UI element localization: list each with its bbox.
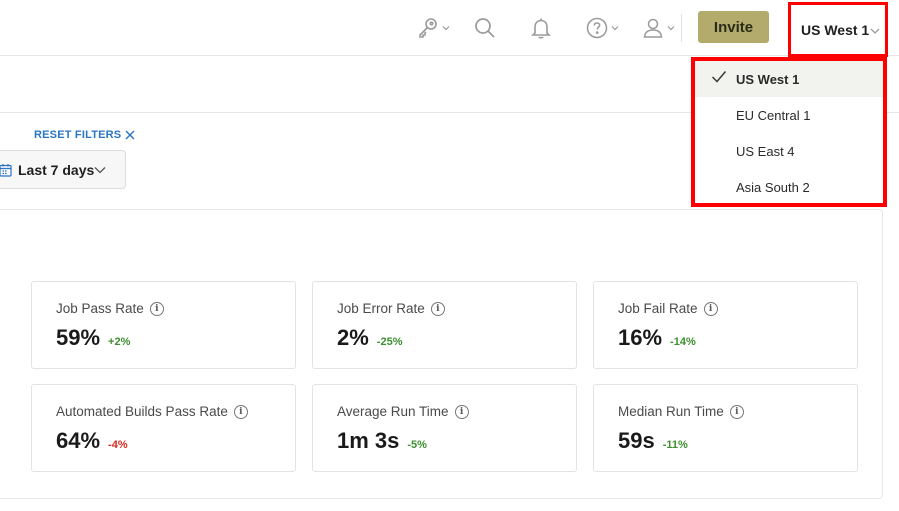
metric-value: 59s: [618, 428, 655, 453]
metric-card-job-fail-rate: Job Fail Rate i 16% -14%: [593, 281, 858, 369]
date-range-label: Last 7 days: [18, 161, 95, 178]
checkmark-icon: [711, 71, 727, 83]
help-icon[interactable]: [585, 12, 619, 44]
region-selector[interactable]: US West 1: [788, 2, 888, 57]
metric-value: 1m 3s: [337, 428, 400, 453]
info-icon[interactable]: i: [703, 301, 718, 316]
reset-filters-label: RESET FILTERS: [34, 129, 122, 141]
metric-value: 16%: [618, 325, 663, 350]
metric-delta: -25%: [376, 336, 403, 348]
chevron-down-icon: [870, 28, 880, 34]
chevron-down-icon: [611, 26, 619, 31]
metric-delta: -4%: [108, 439, 128, 451]
metric-value: 59%: [56, 325, 101, 350]
metric-value: 64%: [56, 428, 101, 453]
chevron-down-icon: [667, 26, 675, 31]
region-option-label: EU Central 1: [736, 107, 811, 123]
metric-card-average-run-time: Average Run Time i 1m 3s -5%: [312, 384, 577, 472]
close-icon: [125, 130, 135, 140]
top-navigation-bar: Invite US West 1: [0, 0, 899, 57]
region-option-asia-south-2[interactable]: Asia South 2: [695, 169, 883, 205]
info-icon[interactable]: i: [454, 404, 469, 419]
metric-delta: -5%: [407, 439, 427, 451]
metric-label: Job Pass Rate: [56, 301, 144, 316]
search-icon[interactable]: [473, 12, 497, 44]
info-icon[interactable]: i: [233, 404, 248, 419]
region-selector-label: US West 1: [801, 21, 870, 38]
info-icon[interactable]: i: [430, 301, 445, 316]
info-icon[interactable]: i: [149, 301, 164, 316]
chevron-down-icon: [94, 167, 106, 174]
chevron-down-icon: [442, 26, 450, 31]
divider: [681, 14, 682, 42]
date-range-select[interactable]: Last 7 days: [0, 150, 126, 189]
region-option-label: US East 4: [736, 143, 795, 159]
key-icon[interactable]: [416, 12, 450, 44]
metric-value: 2%: [337, 325, 369, 350]
region-option-eu-central-1[interactable]: EU Central 1: [695, 97, 883, 133]
metric-label: Job Fail Rate: [618, 301, 698, 316]
region-dropdown-menu: US West 1 EU Central 1 US East 4 Asia So…: [691, 57, 887, 207]
metric-card-job-error-rate: Job Error Rate i 2% -25%: [312, 281, 577, 369]
info-icon[interactable]: i: [729, 404, 744, 419]
metric-delta: -11%: [662, 439, 688, 451]
metric-delta: +2%: [108, 336, 131, 348]
region-option-label: US West 1: [736, 71, 800, 87]
calendar-icon: [0, 163, 12, 177]
metric-label: Median Run Time: [618, 404, 724, 419]
metric-label: Job Error Rate: [337, 301, 425, 316]
reset-filters-link[interactable]: RESET FILTERS: [34, 129, 135, 141]
metric-card-median-run-time: Median Run Time i 59s -11%: [593, 384, 858, 472]
metric-card-job-pass-rate: Job Pass Rate i 59% +2%: [31, 281, 296, 369]
invite-button[interactable]: Invite: [698, 11, 769, 43]
metric-label: Average Run Time: [337, 404, 449, 419]
metric-label: Automated Builds Pass Rate: [56, 404, 228, 419]
region-option-us-west-1[interactable]: US West 1: [695, 61, 883, 97]
region-option-us-east-4[interactable]: US East 4: [695, 133, 883, 169]
user-icon[interactable]: [641, 12, 675, 44]
metric-delta: -14%: [670, 336, 696, 348]
region-option-label: Asia South 2: [736, 179, 810, 195]
bell-icon[interactable]: [529, 12, 553, 44]
metric-card-automated-builds-pass-rate: Automated Builds Pass Rate i 64% -4%: [31, 384, 296, 472]
